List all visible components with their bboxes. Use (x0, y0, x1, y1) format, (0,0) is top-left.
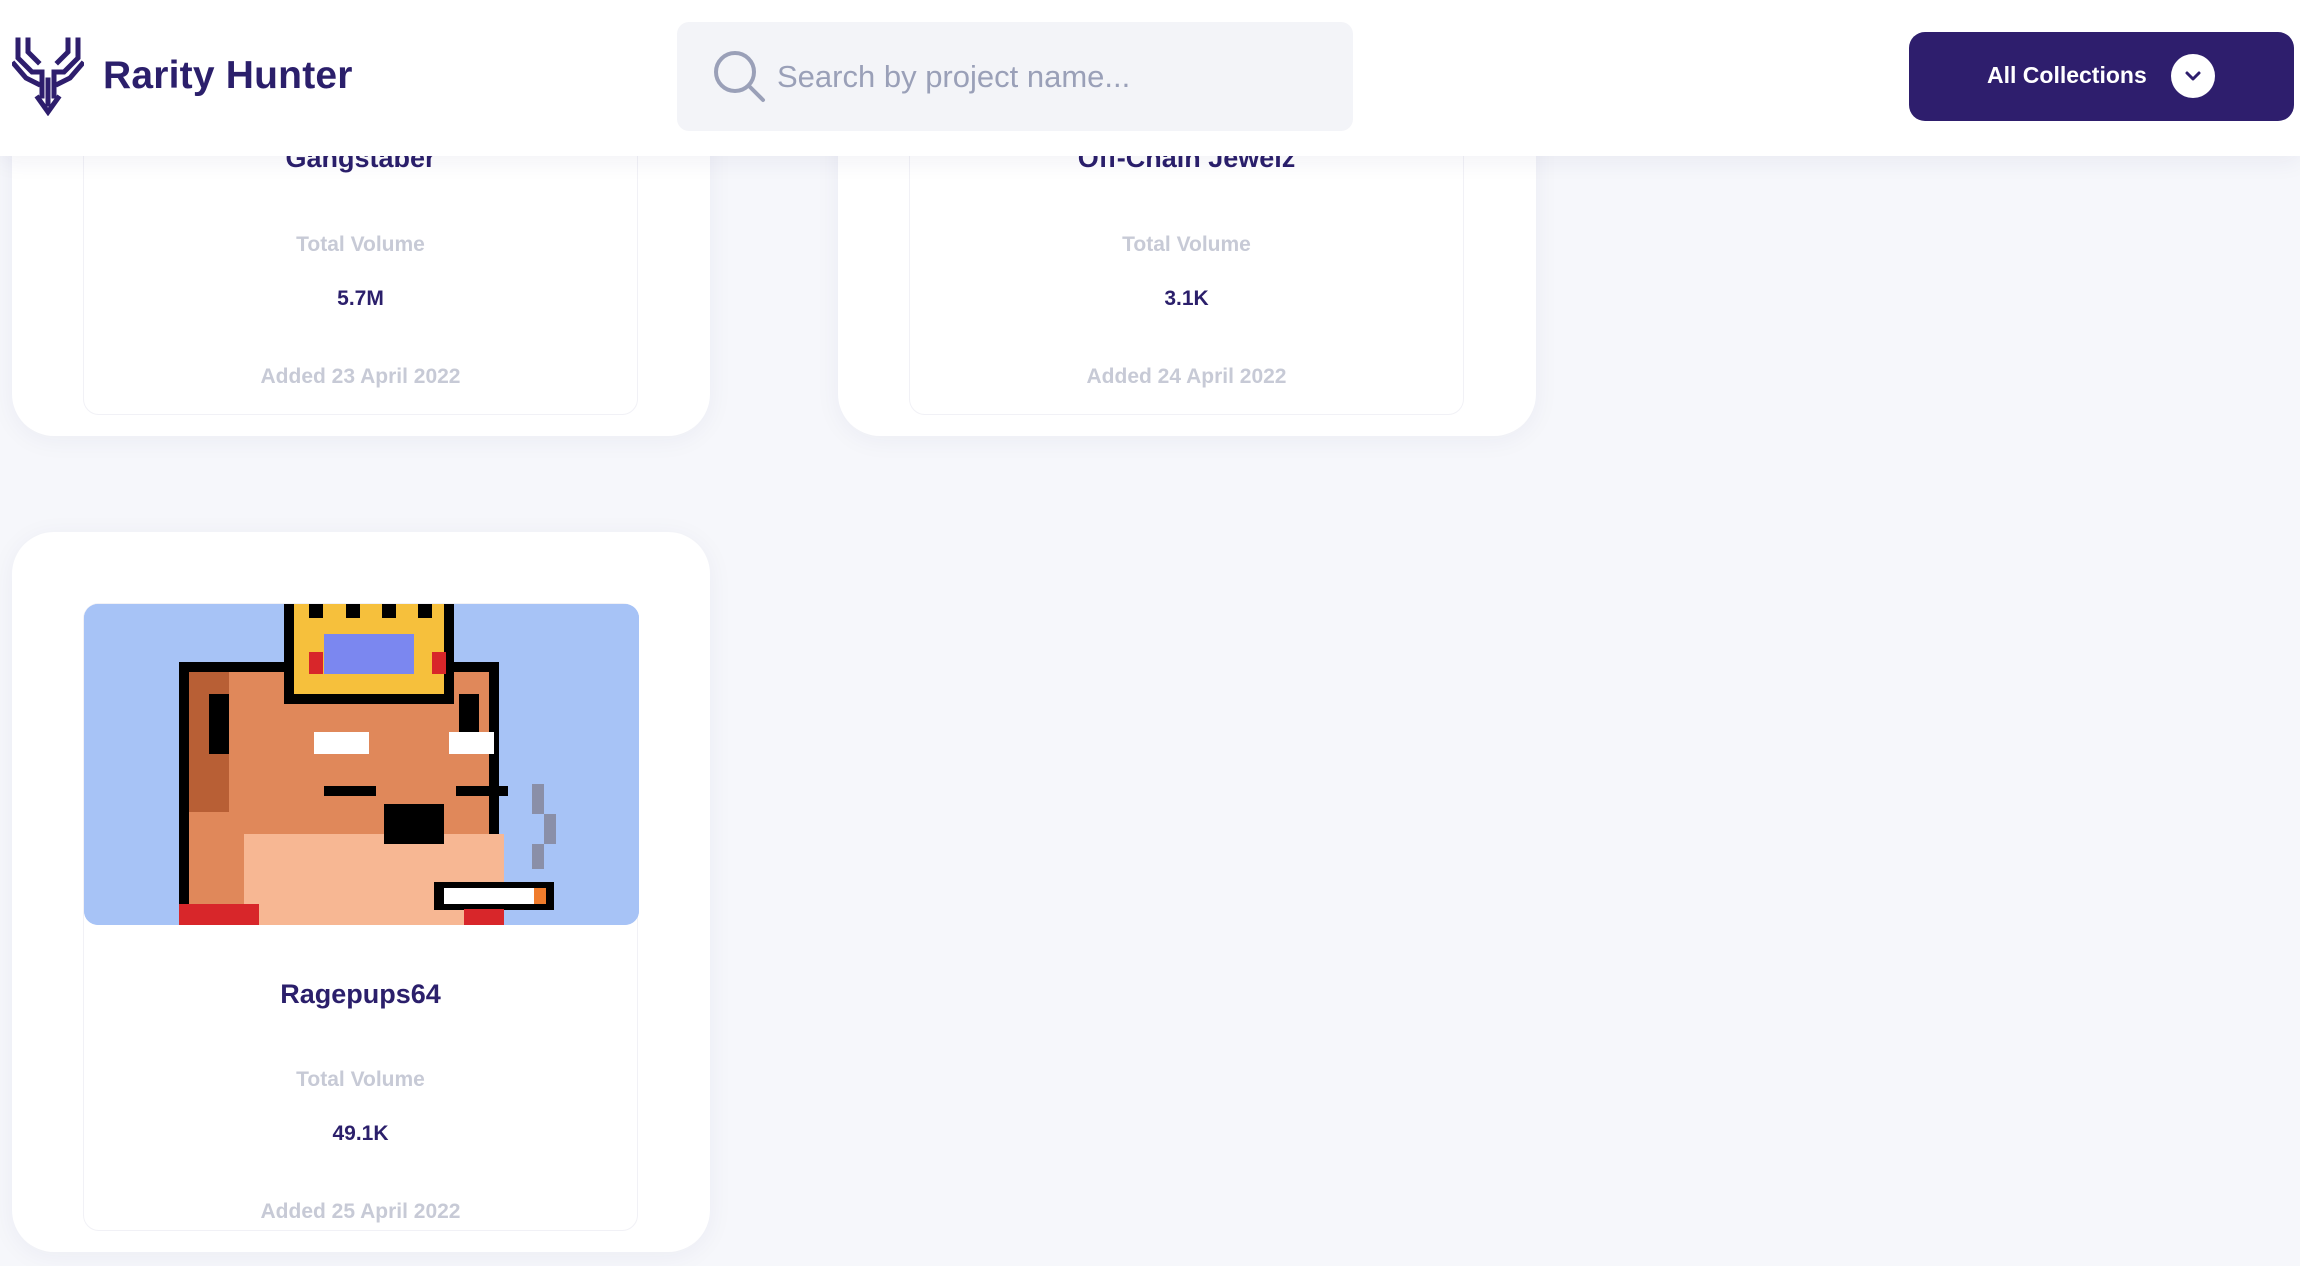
card-body: Ragepups64 Total Volume 49.1K Added 25 A… (83, 603, 639, 1231)
all-collections-dropdown[interactable]: All Collections (1909, 32, 2294, 121)
collections-dropdown-label: All Collections (1987, 62, 2147, 88)
total-volume-value: 5.7M (337, 287, 384, 310)
top-header: Rarity Hunter All Collections (0, 0, 2300, 156)
total-volume-value: 49.1K (332, 1122, 389, 1145)
search-input[interactable] (777, 50, 1317, 104)
collection-card[interactable]: Ragepups64 Total Volume 49.1K Added 25 A… (12, 532, 710, 1252)
pixel-dog-king-icon[interactable] (84, 604, 639, 925)
added-date: Added 25 April 2022 (260, 1200, 461, 1223)
total-volume-label: Total Volume (1122, 233, 1251, 256)
total-volume-value: 3.1K (1164, 287, 1209, 310)
brand-name[interactable]: Rarity Hunter (103, 54, 353, 98)
total-volume-label: Total Volume (296, 233, 425, 256)
collection-title[interactable]: Ragepups64 (84, 979, 637, 1010)
added-date: Added 24 April 2022 (1086, 365, 1287, 388)
search-bar[interactable] (677, 22, 1353, 131)
added-date: Added 23 April 2022 (260, 365, 461, 388)
chevron-down-icon (2171, 54, 2215, 98)
rarity-hunter-logo-icon[interactable] (10, 36, 86, 117)
search-icon (713, 50, 767, 104)
total-volume-label: Total Volume (296, 1068, 425, 1091)
